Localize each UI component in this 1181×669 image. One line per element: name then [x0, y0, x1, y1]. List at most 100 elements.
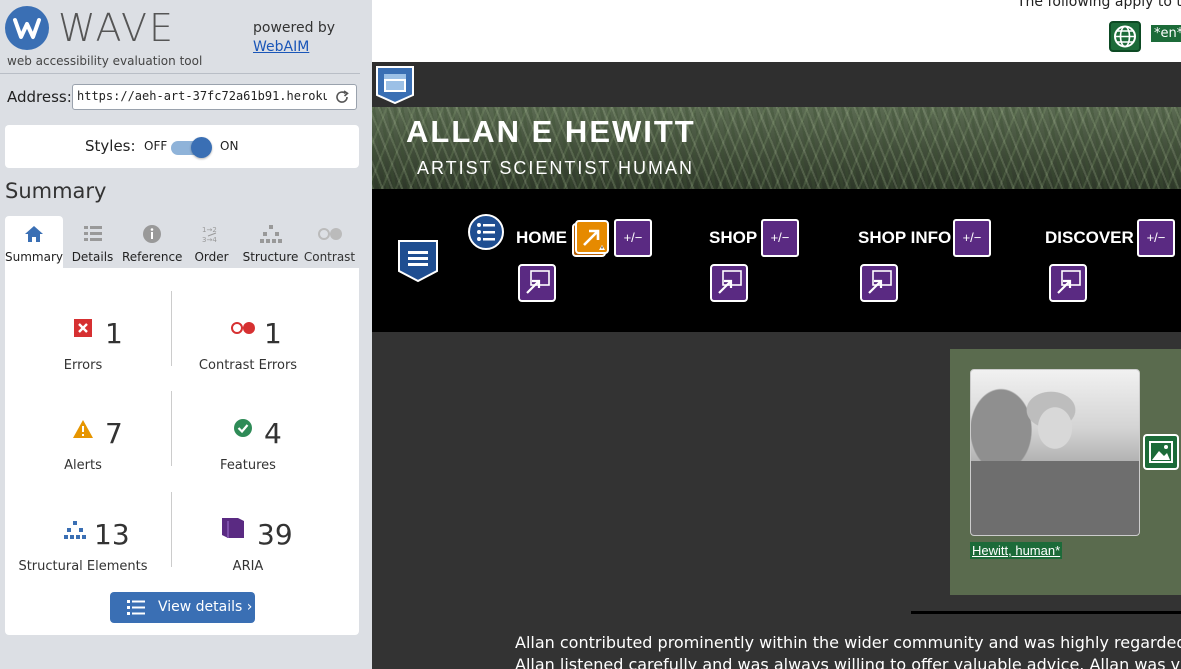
contrast-errors-label: Contrast Errors [198, 358, 298, 373]
tab-reference[interactable]: Reference [122, 216, 182, 268]
address-label: Address: [7, 88, 72, 106]
aria-popup-icon[interactable] [860, 264, 898, 302]
body-line: Allan listened carefully and was always … [515, 655, 1181, 669]
language-bar: The following apply to the *en* [372, 0, 1181, 62]
address-input[interactable] [77, 89, 327, 103]
tab-order[interactable]: 1→2 3→4 Order [182, 216, 241, 268]
banner-strip [372, 62, 1181, 107]
site-banner: ALLAN E HEWITT ARTIST SCIENTIST HUMAN [372, 107, 1181, 189]
address-bar [72, 84, 357, 110]
list-icon [127, 600, 145, 615]
summary-heading: Summary [5, 179, 107, 203]
tab-structure[interactable]: Structure [241, 216, 300, 268]
structural-label: Structural Elements [18, 559, 148, 574]
wave-logo-text: WAVE [58, 6, 176, 50]
tab-bar: Summary Details Reference 1→2 3→4 Order … [5, 216, 359, 268]
aria-expand-label: +/− [962, 230, 982, 245]
features-count: 4 [264, 417, 282, 450]
language-tag[interactable]: *en* [1151, 25, 1181, 42]
globe-icon[interactable] [1109, 21, 1141, 52]
aria-expanded-icon[interactable]: +/− [1137, 219, 1175, 257]
contrast-errors-count: 1 [264, 317, 282, 350]
site-navigation: HOME SHOP SHOP INFO DISCOVER +/− +/− +/− [372, 189, 1181, 332]
contrast-icon [317, 228, 342, 240]
features-label: Features [220, 458, 276, 473]
styles-off-label: OFF [144, 139, 168, 153]
order-icon: 1→2 3→4 [202, 226, 217, 244]
aria-expand-label: +/− [1146, 230, 1166, 245]
wave-header: WAVE web accessibility evaluation tool p… [0, 0, 360, 73]
body-text: Allan contributed prominently within the… [515, 632, 1181, 669]
nav-shop-info[interactable]: SHOP INFO [858, 228, 951, 248]
error-icon [74, 319, 92, 337]
feature-icon [234, 419, 252, 437]
alert-icon [73, 420, 93, 438]
alerts-label: Alerts [64, 458, 102, 473]
aria-icon [222, 518, 244, 538]
unordered-list-icon[interactable] [467, 213, 505, 251]
stat-contrast-errors[interactable]: 1 Contrast Errors [172, 301, 338, 381]
stat-alerts[interactable]: 7 Alerts [10, 401, 176, 481]
aria-expanded-icon[interactable]: +/− [761, 219, 799, 257]
tab-label: Structure [242, 250, 299, 264]
aria-label: ARIA [232, 559, 264, 574]
language-notice: The following apply to the [1017, 0, 1181, 10]
stat-features[interactable]: 4 Features [172, 401, 338, 481]
portrait-photo [970, 369, 1140, 536]
body-line: Allan contributed prominently within the… [515, 633, 1181, 652]
figure-caption[interactable]: Hewitt, human* [970, 542, 1063, 559]
stat-structural[interactable]: 13 Structural Elements [10, 502, 176, 582]
aria-popup-icon[interactable] [1049, 264, 1087, 302]
content-separator [911, 611, 1181, 614]
styles-on-label: ON [220, 139, 239, 153]
header-region-icon[interactable] [375, 65, 415, 105]
nav-home[interactable]: HOME [516, 228, 567, 248]
nav-shop[interactable]: SHOP [709, 228, 757, 248]
tab-label: Order [194, 250, 229, 264]
redundant-link-alert-icon[interactable] [571, 220, 609, 258]
info-icon [143, 225, 161, 243]
main-content: Hewitt, human* Allan contributed promine… [372, 332, 1181, 669]
refresh-icon[interactable] [334, 89, 350, 105]
navigation-region-icon[interactable] [397, 239, 439, 283]
wave-sidebar: WAVE web accessibility evaluation tool p… [0, 0, 372, 669]
aria-popup-icon[interactable] [710, 264, 748, 302]
structure-icon [64, 521, 86, 539]
site-subtitle: ARTIST SCIENTIST HUMAN [417, 158, 695, 178]
tab-contrast[interactable]: Contrast [300, 216, 359, 268]
home-icon [25, 226, 43, 242]
tab-label: Reference [122, 250, 183, 264]
wave-logo-icon [5, 6, 49, 50]
tab-summary[interactable]: Summary [5, 216, 63, 268]
aria-expanded-icon[interactable]: +/− [614, 219, 652, 257]
aria-popup-icon[interactable] [518, 264, 556, 302]
structure-icon [259, 225, 282, 243]
stat-aria[interactable]: 39 ARIA [172, 502, 338, 582]
aria-expand-label: +/− [623, 230, 643, 245]
svg-text:3→4: 3→4 [202, 236, 217, 244]
view-details-button[interactable]: View details › [110, 592, 255, 623]
aria-count: 39 [257, 518, 293, 551]
tab-label: Contrast [303, 250, 356, 264]
figure-feature-icon[interactable] [1143, 434, 1179, 470]
aria-expanded-icon[interactable]: +/− [953, 219, 991, 257]
list-icon [83, 226, 102, 241]
nav-discover[interactable]: DISCOVER [1045, 228, 1134, 248]
header-divider [0, 73, 360, 74]
tab-label: Summary [5, 250, 63, 264]
styles-panel: Styles: OFF ON [5, 125, 359, 168]
alerts-count: 7 [105, 417, 123, 450]
tab-details[interactable]: Details [63, 216, 122, 268]
view-details-label: View details › [158, 599, 253, 615]
styles-toggle[interactable] [171, 137, 212, 158]
powered-by-label: powered by [253, 20, 336, 36]
wave-tagline: web accessibility evaluation tool [7, 54, 203, 68]
toggle-knob [191, 137, 212, 158]
contrast-error-icon [231, 322, 255, 334]
site-preview: The following apply to the *en* ALLAN E … [372, 0, 1181, 669]
webaim-link[interactable]: WebAIM [253, 39, 309, 55]
styles-label: Styles: [85, 137, 136, 155]
tab-label: Details [71, 250, 114, 264]
svg-text:1→2: 1→2 [202, 226, 217, 234]
stat-errors[interactable]: 1 Errors [10, 301, 176, 381]
